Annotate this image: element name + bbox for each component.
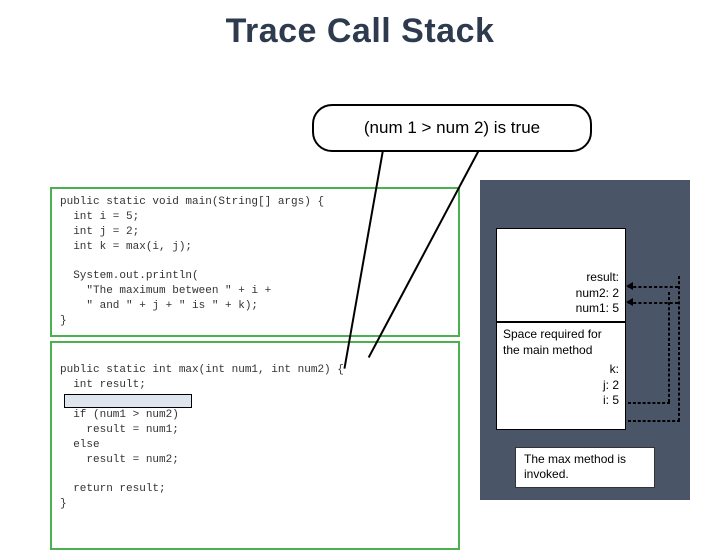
stack-var: num1: 5 (576, 301, 619, 317)
stack-var: i: 5 (503, 393, 619, 409)
note-invoked: The max method is invoked. (515, 447, 655, 488)
arrow-dash (628, 286, 678, 288)
code-highlight (64, 394, 192, 408)
stack-var: result: (586, 270, 619, 286)
arrowhead-icon (626, 298, 633, 306)
call-stack-panel: result: num2: 2 num1: 5 Space required f… (480, 180, 690, 500)
arrow-dash (668, 292, 670, 402)
arrow-dash (678, 276, 680, 421)
arrow-dash (628, 402, 670, 404)
stack-frame-title: Space required for the main method (503, 327, 619, 358)
arrow-dash (628, 420, 680, 422)
stack-var: j: 2 (503, 378, 619, 394)
callout-bubble: (num 1 > num 2) is true (312, 104, 592, 152)
stack-var: num2: 2 (576, 286, 619, 302)
arrowhead-icon (626, 282, 633, 290)
code-main-method: public static void main(String[] args) {… (50, 187, 460, 337)
arrow-dash (628, 302, 678, 304)
stack-frame-main: Space required for the main method k: j:… (496, 322, 626, 430)
stack-frame-max: result: num2: 2 num1: 5 (496, 228, 626, 322)
code-max-method: public static int max(int num1, int num2… (50, 341, 460, 550)
stack-var: k: (503, 362, 619, 378)
page-title: Trace Call Stack (0, 12, 720, 51)
